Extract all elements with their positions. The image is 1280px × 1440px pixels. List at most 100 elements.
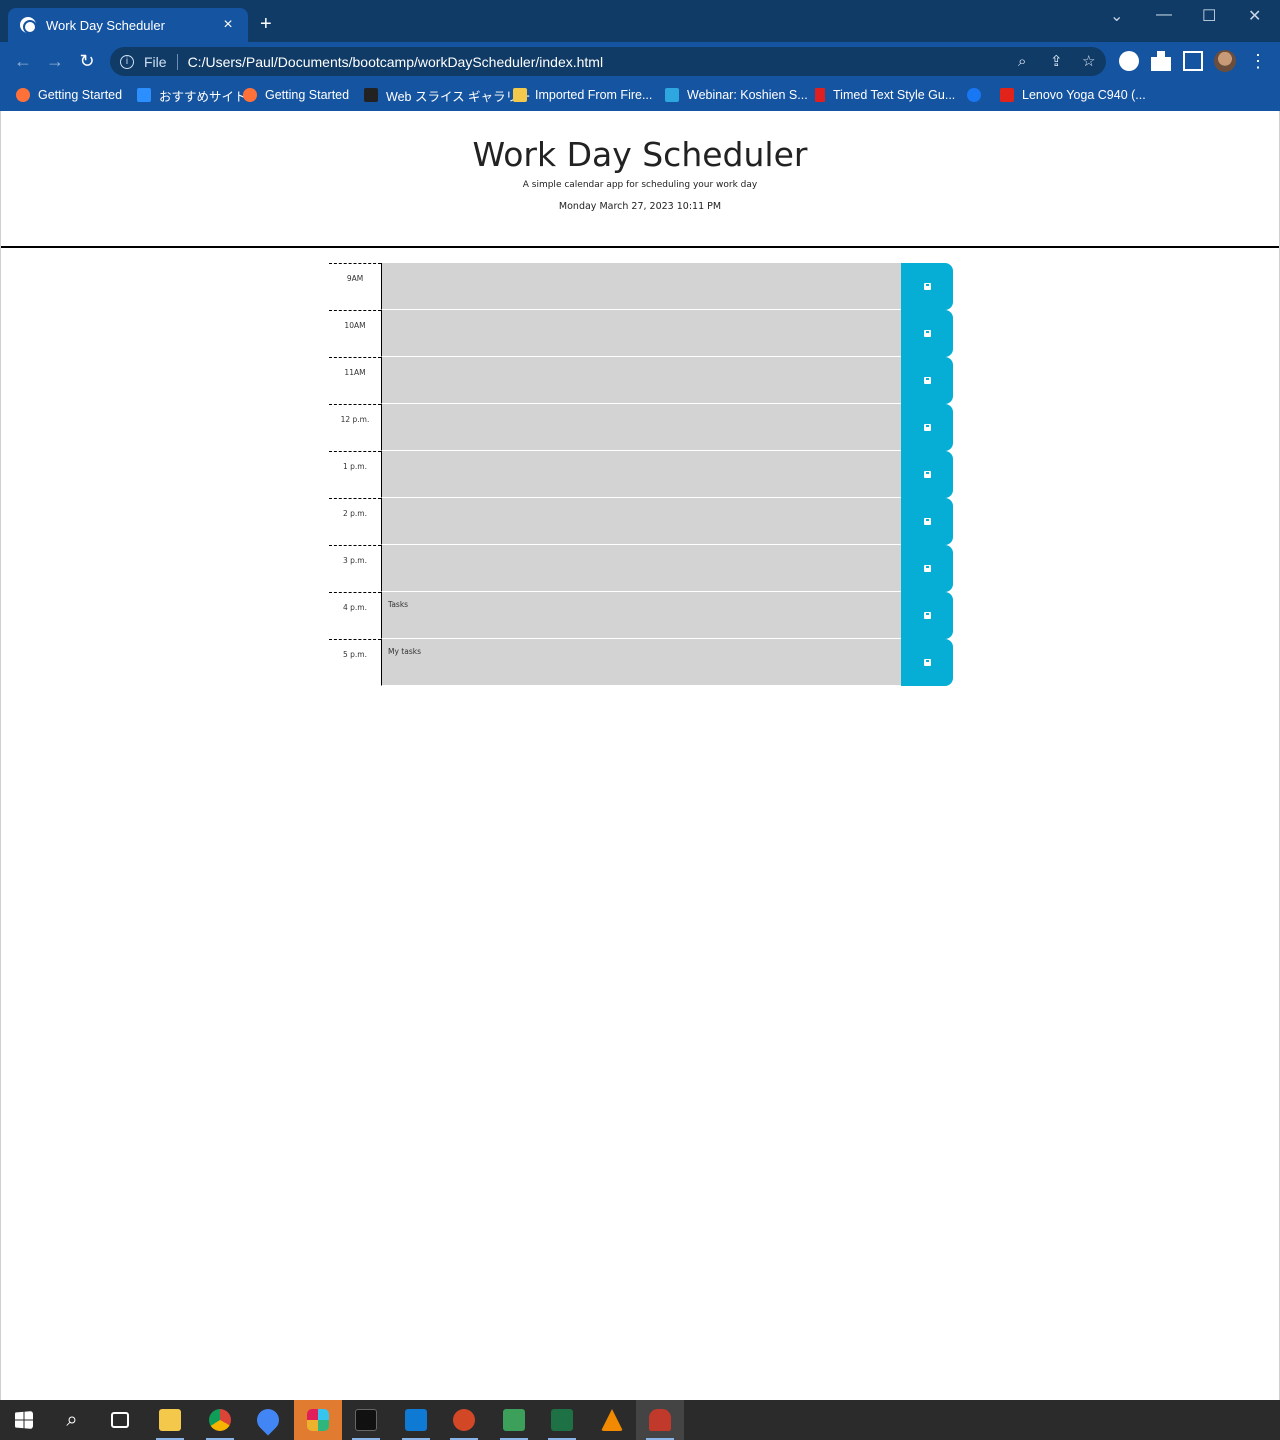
description-field[interactable] — [381, 498, 901, 545]
time-block: 9AM — [329, 263, 953, 310]
save-icon — [923, 377, 931, 384]
bookmark-lenovo[interactable]: Lenovo Yoga C940 (... — [1000, 86, 1146, 104]
save-icon — [923, 612, 931, 619]
save-button[interactable] — [901, 498, 953, 545]
save-button[interactable] — [901, 263, 953, 310]
bookmark-label: おすすめサイト — [159, 89, 247, 104]
save-button[interactable] — [901, 639, 953, 686]
browser-toolbar: ← → ↻ i File C:/Users/Paul/Documents/boo… — [0, 42, 1280, 80]
lenovo-icon — [1000, 88, 1014, 102]
new-tab-button[interactable]: + — [260, 14, 272, 34]
taskbar-app[interactable] — [146, 1400, 194, 1440]
start-button[interactable] — [0, 1400, 48, 1440]
avatar[interactable] — [1214, 50, 1236, 72]
browser-tab[interactable]: Work Day Scheduler × — [8, 8, 248, 42]
search-button[interactable]: ⌕ — [48, 1400, 96, 1440]
description-field[interactable] — [381, 451, 901, 498]
terminal-icon — [355, 1409, 377, 1431]
hour-label: 3 p.m. — [329, 545, 381, 592]
time-block: 11AM — [329, 357, 953, 404]
save-icon — [923, 471, 931, 478]
bookmark-osusume[interactable]: おすすめサイト — [137, 86, 247, 104]
bookmarks-bar: Getting Started おすすめサイト Getting Started … — [0, 80, 1280, 111]
scheme-label: File — [144, 53, 178, 70]
task-view-icon — [111, 1412, 129, 1428]
taskbar-app[interactable] — [294, 1400, 342, 1440]
taskbar-app[interactable] — [244, 1400, 292, 1440]
tab-search-icon[interactable]: ⌄ — [1110, 6, 1123, 26]
bookmark-facebook[interactable] — [967, 86, 989, 104]
save-button[interactable] — [901, 357, 953, 404]
maximize-button[interactable]: ☐ — [1202, 6, 1216, 26]
menu-icon[interactable]: ⋮ — [1247, 50, 1269, 72]
save-button[interactable] — [901, 404, 953, 451]
description-field[interactable]: Tasks — [381, 592, 901, 639]
save-button[interactable] — [901, 310, 953, 357]
taskbar-app[interactable] — [538, 1400, 586, 1440]
current-day: Monday March 27, 2023 10:11 PM — [558, 201, 722, 212]
star-icon[interactable]: ☆ — [1082, 54, 1095, 69]
hour-label: 1 p.m. — [329, 451, 381, 498]
task-view-button[interactable] — [96, 1400, 144, 1440]
bookmark-timed-text[interactable]: Timed Text Style Gu... — [815, 86, 955, 104]
bookmark-webinar[interactable]: Webinar: Koshien S... — [665, 86, 808, 104]
tab-close-icon[interactable]: × — [220, 16, 236, 34]
description-field[interactable] — [381, 404, 901, 451]
save-button[interactable] — [901, 451, 953, 498]
hour-label: 11AM — [329, 357, 381, 404]
forward-button[interactable]: → — [44, 50, 66, 72]
taskbar-app[interactable] — [342, 1400, 390, 1440]
bookmark-label: Imported From Fire... — [535, 88, 653, 102]
globe-icon — [20, 17, 37, 34]
lead-text: A simple calendar app for scheduling you… — [522, 180, 758, 190]
side-panel-icon[interactable] — [1183, 51, 1203, 71]
save-icon — [923, 283, 931, 290]
bookmark-label: Webinar: Koshien S... — [687, 88, 808, 102]
url-text[interactable]: C:/Users/Paul/Documents/bootcamp/workDay… — [188, 54, 604, 70]
description-field[interactable] — [381, 263, 901, 310]
minimize-button[interactable]: — — [1156, 6, 1172, 24]
powerpoint-icon — [453, 1409, 475, 1431]
taskbar-app[interactable] — [490, 1400, 538, 1440]
bookmark-getting-started-2[interactable]: Getting Started — [243, 86, 349, 104]
hour-label: 9AM — [329, 263, 381, 310]
bookmark-getting-started[interactable]: Getting Started — [16, 86, 122, 104]
time-block: 5 p.m. My tasks — [329, 639, 953, 686]
save-button[interactable] — [901, 592, 953, 639]
bookmark-icon — [815, 88, 825, 102]
bookmark-imported[interactable]: Imported From Fire... — [513, 86, 652, 104]
bookmark-web-slice[interactable]: Web スライス ギャラリー — [364, 86, 531, 104]
taskbar-app[interactable] — [196, 1400, 244, 1440]
page-title: Work Day Scheduler — [472, 135, 808, 174]
description-field[interactable] — [381, 545, 901, 592]
time-block: 1 p.m. — [329, 451, 953, 498]
taskbar-app[interactable] — [588, 1400, 636, 1440]
bookmark-label: Lenovo Yoga C940 (... — [1022, 88, 1146, 102]
reload-button[interactable]: ↻ — [76, 50, 98, 72]
time-block: 2 p.m. — [329, 498, 953, 545]
snipping-tool-icon — [649, 1409, 671, 1431]
folder-icon — [513, 88, 527, 102]
description-field[interactable]: My tasks — [381, 639, 901, 686]
taskbar-app[interactable] — [392, 1400, 440, 1440]
extension-s-icon[interactable] — [1119, 51, 1139, 71]
hour-label: 10AM — [329, 310, 381, 357]
description-field[interactable] — [381, 357, 901, 404]
save-button[interactable] — [901, 545, 953, 592]
taskbar-app[interactable] — [636, 1400, 684, 1440]
file-explorer-icon — [159, 1409, 181, 1431]
info-icon[interactable]: i — [120, 54, 134, 69]
remote-desktop-icon — [503, 1409, 525, 1431]
share-icon[interactable]: ⇪ — [1050, 54, 1063, 69]
time-block: 3 p.m. — [329, 545, 953, 592]
back-button[interactable]: ← — [12, 50, 34, 72]
extensions-icon[interactable] — [1151, 51, 1171, 71]
close-window-button[interactable]: ✕ — [1248, 6, 1261, 26]
slack-icon — [307, 1409, 329, 1431]
address-bar[interactable]: i File C:/Users/Paul/Documents/bootcamp/… — [110, 47, 1106, 76]
zoom-icon[interactable]: ⌕ — [1018, 54, 1026, 69]
bookmark-label: Getting Started — [265, 88, 350, 102]
taskbar-app[interactable] — [440, 1400, 488, 1440]
excel-icon — [551, 1409, 573, 1431]
description-field[interactable] — [381, 310, 901, 357]
